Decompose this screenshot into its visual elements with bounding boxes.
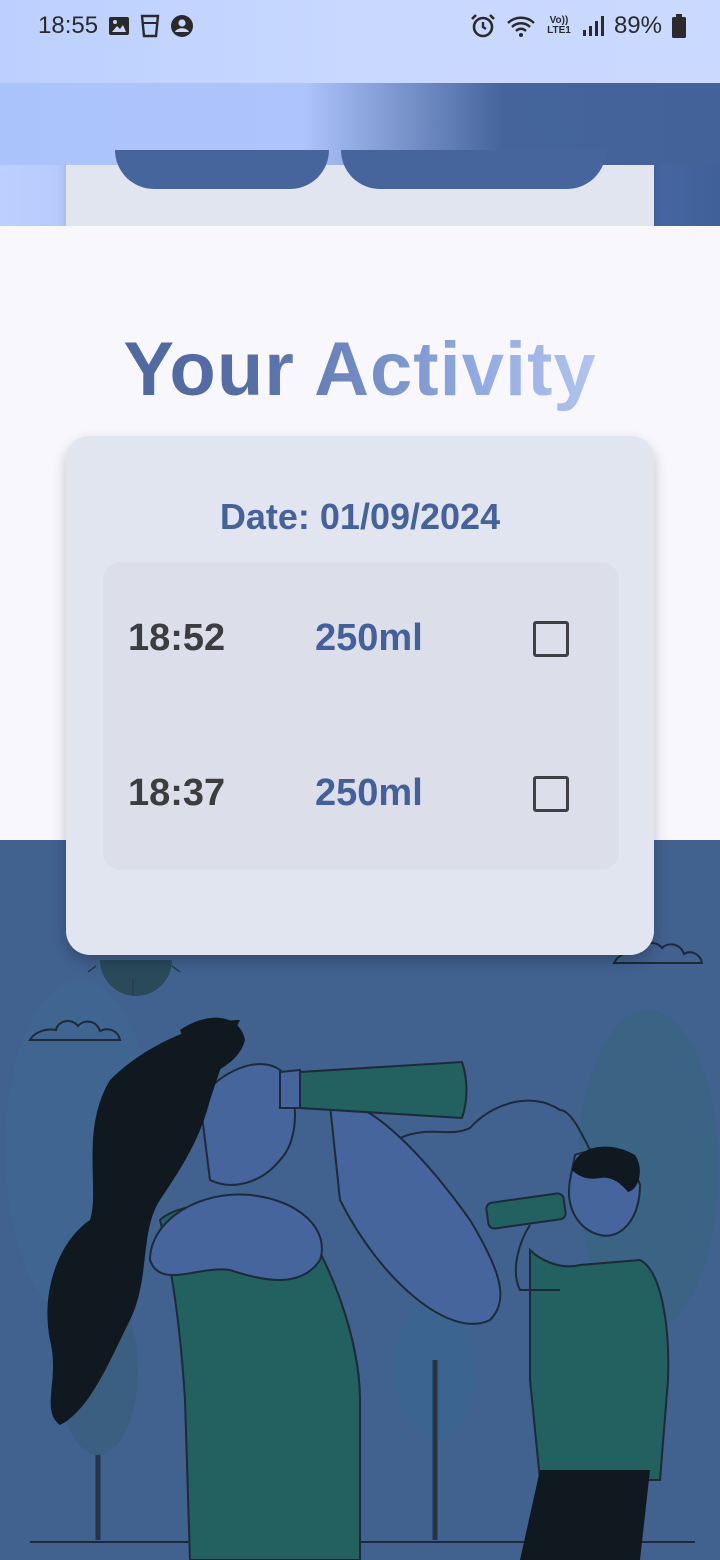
wifi-icon	[506, 14, 536, 38]
list-item: 18:37 250ml	[103, 756, 619, 836]
status-bar: 18:55 Vo)) LTE1 89%	[0, 0, 720, 83]
gallery-icon	[108, 15, 130, 37]
volte-icon: Vo)) LTE1	[547, 15, 571, 36]
status-time: 18:55	[38, 12, 99, 39]
entry-time: 18:52	[128, 617, 226, 659]
account-icon	[170, 14, 194, 38]
entry-checkbox[interactable]	[533, 776, 569, 812]
entry-checkbox[interactable]	[533, 621, 569, 657]
battery-percent: 89%	[613, 12, 662, 39]
signal-icon	[582, 15, 604, 37]
entry-amount: 250ml	[315, 772, 423, 814]
cup-icon	[140, 14, 160, 38]
activity-card: Date: 01/09/2024 18:52 250ml 18:37 250ml	[66, 436, 654, 955]
alarm-icon	[470, 13, 496, 39]
activity-entries-list: 18:52 250ml 18:37 250ml	[103, 562, 619, 870]
date-label: Date: 01/09/2024	[219, 496, 501, 537]
summary-button-right[interactable]	[341, 150, 606, 189]
list-item: 18:52 250ml	[103, 601, 619, 681]
summary-button-left[interactable]	[115, 150, 329, 189]
page-title: Your Activity	[0, 326, 720, 413]
entry-amount: 250ml	[315, 617, 423, 659]
entry-time: 18:37	[128, 772, 226, 814]
battery-icon	[672, 14, 686, 38]
